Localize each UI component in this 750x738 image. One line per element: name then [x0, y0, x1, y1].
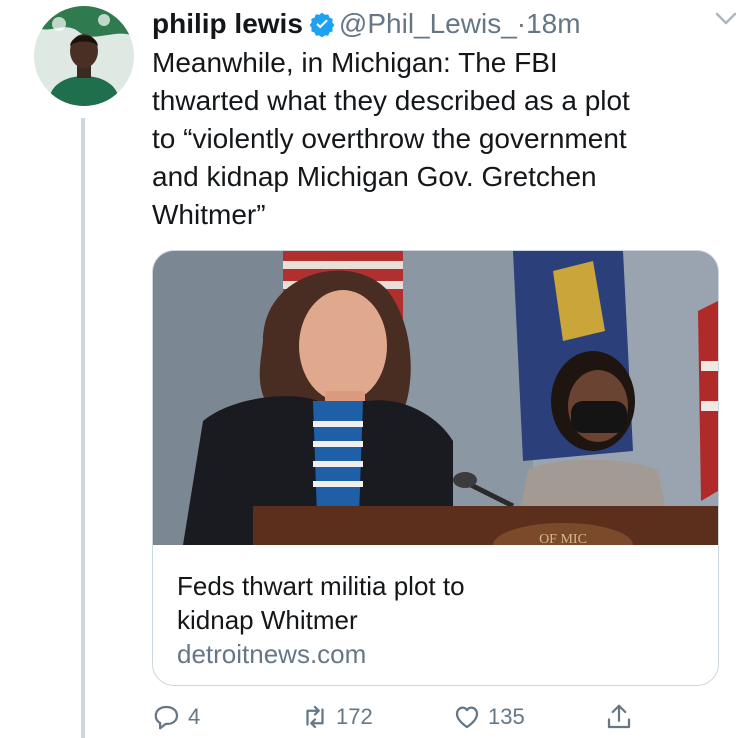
share-button[interactable] — [604, 700, 640, 734]
tweet-text: Meanwhile, in Michigan: The FBI thwarted… — [152, 47, 630, 230]
tweet-header: philip lewis @Phil_Lewis_·18m — [152, 6, 730, 42]
share-icon — [607, 704, 631, 729]
like-button[interactable]: 135 — [452, 700, 525, 734]
thread-line — [81, 118, 85, 738]
tweet-timestamp[interactable]: 18m — [526, 8, 580, 39]
link-card[interactable]: OF MIC Feds thwart militia plot to kidna… — [152, 250, 719, 686]
podium-seal-text: OF MIC — [539, 532, 587, 545]
card-title-line-1: Feds thwart militia plot to — [177, 571, 465, 601]
separator-dot: · — [516, 8, 527, 39]
retweet-icon — [306, 705, 324, 729]
reply-icon — [154, 705, 179, 730]
avatar[interactable] — [34, 6, 134, 106]
like-count: 135 — [488, 704, 525, 729]
retweet-count: 172 — [336, 704, 373, 729]
user-handle[interactable]: @Phil_Lewis_ — [339, 8, 517, 39]
card-title[interactable]: Feds thwart militia plot to kidnap Whitm… — [177, 569, 697, 637]
display-name[interactable]: philip lewis — [152, 8, 303, 39]
chevron-down-icon[interactable] — [712, 4, 740, 32]
tweet-actions: 4 172 135 — [152, 700, 712, 734]
verified-badge-icon — [309, 10, 335, 38]
card-image: OF MIC — [153, 251, 718, 545]
reply-count: 4 — [188, 704, 201, 729]
heart-icon — [455, 706, 479, 729]
profile-photo — [34, 6, 134, 106]
card-title-line-2: kidnap Whitmer — [177, 605, 358, 635]
retweet-button[interactable]: 172 — [300, 700, 373, 734]
reply-button[interactable]: 4 — [152, 700, 200, 734]
card-domain: detroitnews.com — [177, 639, 367, 669]
